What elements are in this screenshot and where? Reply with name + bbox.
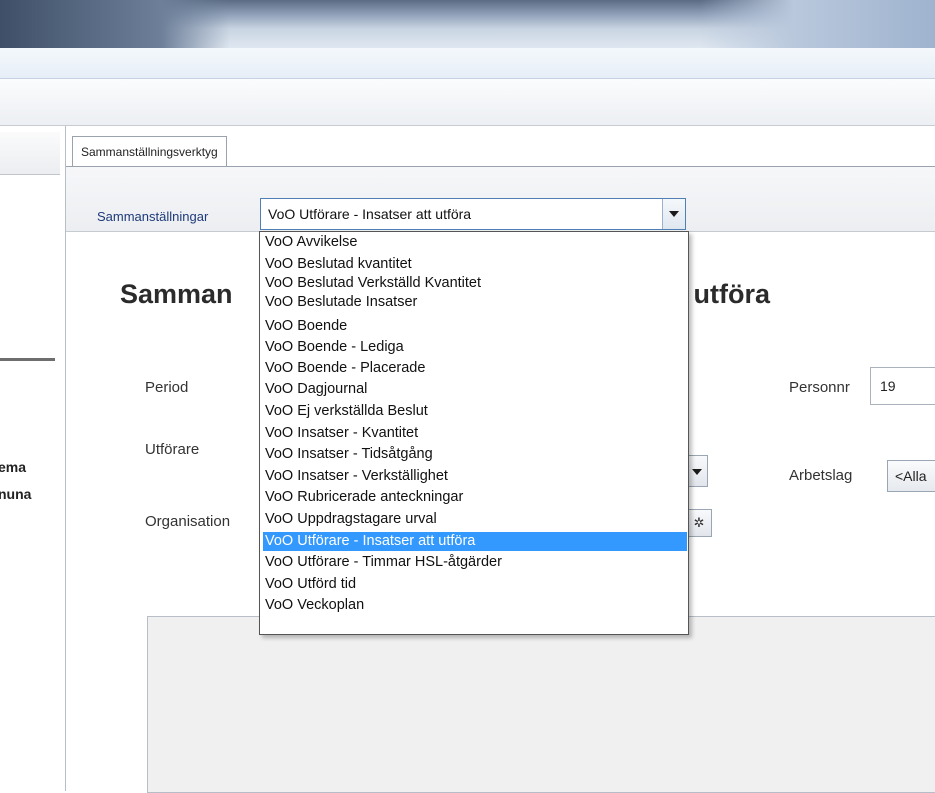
sammanstallningar-dropdown-list[interactable]: VoO Avvikelse VoO Beslutad kvantitet VoO… xyxy=(259,231,689,635)
organisation-picker-button[interactable]: ✲ xyxy=(686,509,712,537)
personnr-input[interactable]: 19 xyxy=(870,367,935,405)
dropdown-option[interactable]: VoO Beslutad Verkställd Kvantitet xyxy=(263,274,687,293)
chevron-down-icon xyxy=(692,469,702,475)
dropdown-option[interactable]: VoO Uppdragstagare urval xyxy=(263,510,687,529)
dropdown-option-selected[interactable]: VoO Utförare - Insatser att utföra xyxy=(263,532,687,551)
sammanstallningar-combobox[interactable]: VoO Utförare - Insatser att utföra xyxy=(260,198,686,230)
organisation-label: Organisation xyxy=(145,513,231,530)
utforare-label: Utförare xyxy=(145,441,200,458)
left-panel: ema nuna xyxy=(0,126,66,791)
arbetslag-select[interactable]: <Alla xyxy=(887,460,935,492)
dropdown-option[interactable]: VoO Insatser - Verkställighet xyxy=(263,467,687,486)
personnr-label: Personnr xyxy=(789,379,850,396)
dropdown-option[interactable]: VoO Utförd tid xyxy=(263,575,687,594)
window-titlebar xyxy=(0,0,935,48)
dropdown-option[interactable]: VoO Boende - Lediga xyxy=(263,338,687,357)
combobox-arrow[interactable] xyxy=(662,199,685,229)
dropdown-option[interactable]: VoO Insatser - Kvantitet xyxy=(263,424,687,443)
dropdown-option[interactable]: VoO Avvikelse xyxy=(263,233,687,252)
dropdown-option[interactable]: VoO Rubricerade anteckningar xyxy=(263,488,687,507)
menu-strip xyxy=(0,48,935,79)
report-heading-right: t utföra xyxy=(677,279,770,309)
utforare-dropdown-button[interactable] xyxy=(686,455,708,487)
dropdown-option[interactable]: VoO Utförare - Timmar HSL-åtgärder xyxy=(263,553,687,572)
tree-icon: ✲ xyxy=(693,515,705,530)
left-panel-text-1[interactable]: ema xyxy=(0,459,26,475)
dropdown-option[interactable]: VoO Insatser - Tidsåtgång xyxy=(263,445,687,464)
left-panel-header xyxy=(0,132,60,175)
dropdown-option[interactable]: VoO Veckoplan xyxy=(263,596,687,615)
tab-sammanstallningsverktyg[interactable]: Sammanställningsverktyg xyxy=(72,136,227,167)
combobox-value: VoO Utförare - Insatser att utföra xyxy=(268,206,472,222)
toolbar xyxy=(0,79,935,126)
period-label: Period xyxy=(145,379,189,396)
dropdown-option[interactable]: VoO Boende xyxy=(263,317,687,336)
dropdown-option[interactable]: VoO Boende - Placerade xyxy=(263,359,687,378)
dropdown-option[interactable]: VoO Ej verkställda Beslut xyxy=(263,402,687,421)
left-panel-text-2[interactable]: nuna xyxy=(0,486,31,502)
dropdown-option[interactable]: VoO Beslutad kvantitet xyxy=(263,255,687,274)
chevron-down-icon xyxy=(669,211,679,217)
report-output-area[interactable] xyxy=(147,616,935,793)
dropdown-option[interactable]: VoO Beslutade Insatser xyxy=(263,293,687,312)
report-heading-left: Samman xyxy=(120,279,233,309)
dropdown-option[interactable]: VoO Dagjournal xyxy=(263,380,687,399)
sammanstallningar-label: Sammanställningar xyxy=(97,209,209,224)
left-panel-divider xyxy=(0,358,55,361)
arbetslag-label: Arbetslag xyxy=(789,467,853,484)
